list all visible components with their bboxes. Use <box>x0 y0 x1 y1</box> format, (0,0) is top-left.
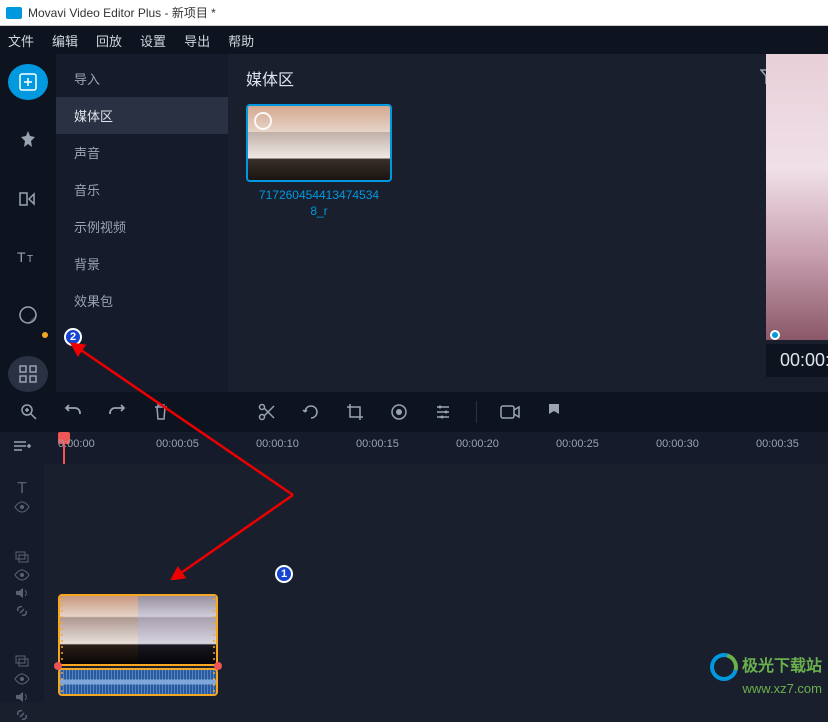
sub-voice[interactable]: 声音 <box>56 134 228 171</box>
tick: 00:00:15 <box>356 438 399 450</box>
delete-icon[interactable] <box>150 401 172 423</box>
menu-help[interactable]: 帮助 <box>228 31 254 50</box>
tick: 00:00:25 <box>556 438 599 450</box>
menu-file[interactable]: 文件 <box>8 31 34 50</box>
keyframe-icon[interactable] <box>214 662 222 670</box>
tick: 00:00:35 <box>756 438 799 450</box>
clip-name: 717260454413474534 8_r <box>246 188 392 219</box>
menu-playback[interactable]: 回放 <box>96 31 122 50</box>
menu-settings[interactable]: 设置 <box>140 31 166 50</box>
timeline-ruler-row: 0:00:00 00:00:05 00:00:10 00:00:15 00:00… <box>0 432 828 464</box>
link-icon[interactable] <box>12 708 32 722</box>
tick: 0:00:00 <box>58 438 95 450</box>
transitions-tool[interactable] <box>8 181 48 217</box>
zoom-in-icon[interactable] <box>18 401 40 423</box>
sub-music[interactable]: 音乐 <box>56 171 228 208</box>
window-title: Movavi Video Editor Plus - 新项目 * <box>28 4 216 21</box>
redo-icon[interactable] <box>106 401 128 423</box>
app-icon <box>6 7 22 19</box>
color-icon[interactable] <box>388 401 410 423</box>
media-clip[interactable]: 717260454413474534 8_r <box>246 104 392 219</box>
media-header: 媒体区 <box>246 66 810 90</box>
overlay-track-controls <box>12 550 32 618</box>
stickers-tool[interactable] <box>8 297 48 333</box>
clip-handle-left[interactable] <box>60 670 64 694</box>
tick: 00:00:05 <box>156 438 199 450</box>
sub-samples[interactable]: 示例视频 <box>56 208 228 245</box>
keyframe-icon[interactable] <box>54 662 62 670</box>
clip-handle-right[interactable] <box>212 596 216 664</box>
clip-frame <box>60 596 138 664</box>
eye-icon[interactable] <box>12 500 32 514</box>
add-media-tool[interactable] <box>8 64 48 100</box>
preview-timecode: 00:00:0 <box>766 344 828 377</box>
timeline-toolbar <box>0 392 828 432</box>
clip-frame <box>138 596 216 664</box>
import-subpanel: 导入 媒体区 声音 音乐 示例视频 背景 效果包 <box>56 54 228 392</box>
left-toolbar: TT <box>0 54 56 392</box>
clip-handle-left[interactable] <box>60 596 64 664</box>
svg-text:T: T <box>17 249 26 265</box>
timeline-ruler[interactable]: 0:00:00 00:00:05 00:00:10 00:00:15 00:00… <box>44 432 828 464</box>
title-track-controls: T <box>12 482 32 514</box>
undo-icon[interactable] <box>62 401 84 423</box>
menu-export[interactable]: 导出 <box>184 31 210 50</box>
adjust-icon[interactable] <box>432 401 454 423</box>
main-area: TT 导入 媒体区 声音 音乐 示例视频 背景 效果包 媒体区 7172604 <box>0 54 828 392</box>
waveform <box>60 670 216 694</box>
link-icon[interactable] <box>12 604 32 618</box>
layers-icon[interactable] <box>12 550 32 564</box>
notification-dot <box>42 332 48 338</box>
crop-icon[interactable] <box>344 401 366 423</box>
record-icon[interactable] <box>499 401 521 423</box>
menu-bar[interactable]: 文件 编辑 回放 设置 导出 帮助 <box>0 26 828 54</box>
video-clip[interactable] <box>58 594 218 666</box>
text-track-icon[interactable]: T <box>12 482 32 496</box>
sub-media[interactable]: 媒体区 <box>56 97 228 134</box>
titles-tool[interactable]: TT <box>8 239 48 275</box>
rotate-icon[interactable] <box>300 401 322 423</box>
eye-icon[interactable] <box>12 672 32 686</box>
marker-icon[interactable] <box>543 401 565 423</box>
annotation-marker-2: 2 <box>64 328 82 346</box>
tick: 00:00:20 <box>456 438 499 450</box>
watermark-icon <box>705 648 743 686</box>
watermark: 极光下载站 www.xz7.com <box>710 652 822 696</box>
preview-playhead-icon[interactable] <box>770 330 780 340</box>
media-title: 媒体区 <box>246 66 294 90</box>
eye-icon[interactable] <box>12 568 32 582</box>
more-tools[interactable] <box>8 356 48 392</box>
add-track-button[interactable] <box>0 439 44 458</box>
sub-effects[interactable]: 效果包 <box>56 282 228 319</box>
volume-icon[interactable] <box>12 586 32 600</box>
video-track-controls <box>12 654 32 722</box>
media-area: 媒体区 717260454413474534 8_r <box>228 54 828 392</box>
filters-tool[interactable] <box>8 122 48 158</box>
clip-handle-right[interactable] <box>212 670 216 694</box>
sub-import[interactable]: 导入 <box>56 60 228 97</box>
timeline: T <box>0 464 828 702</box>
title-bar: Movavi Video Editor Plus - 新项目 * <box>0 0 828 26</box>
tick: 00:00:30 <box>656 438 699 450</box>
split-icon[interactable] <box>256 401 278 423</box>
preview-panel[interactable] <box>766 54 828 340</box>
menu-edit[interactable]: 编辑 <box>52 31 78 50</box>
annotation-marker-1: 1 <box>275 565 293 583</box>
layers-icon[interactable] <box>12 654 32 668</box>
clip-thumbnail[interactable] <box>246 104 392 182</box>
tick: 00:00:10 <box>256 438 299 450</box>
sub-background[interactable]: 背景 <box>56 245 228 282</box>
svg-text:T: T <box>27 254 33 265</box>
track-gutter: T <box>0 464 44 702</box>
audio-clip[interactable] <box>58 668 218 696</box>
